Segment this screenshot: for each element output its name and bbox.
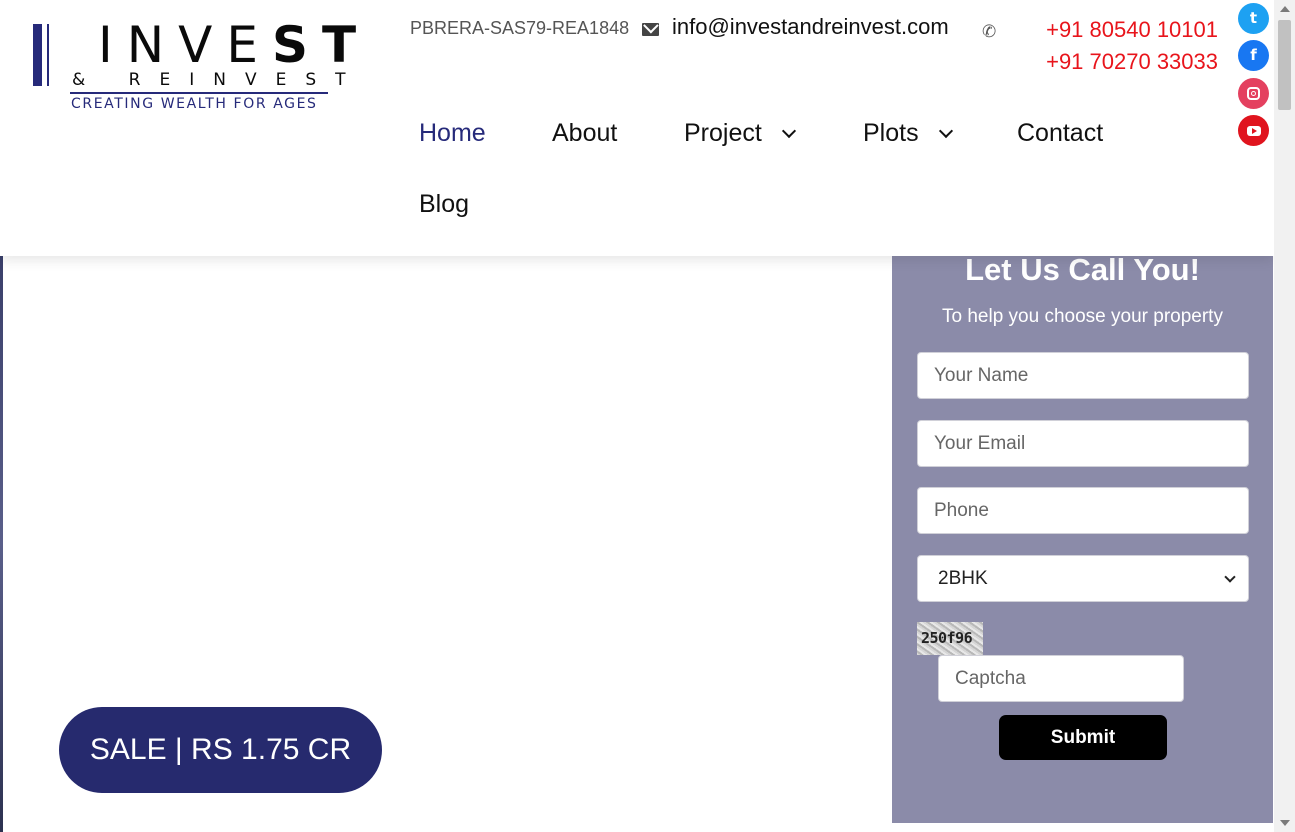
logo-word-reinvest: & REINVEST: [72, 70, 365, 90]
bhk-select-value: 2BHK: [938, 568, 988, 589]
nav-home[interactable]: Home: [419, 119, 486, 148]
nav-project-label: Project: [684, 119, 762, 147]
instagram-icon[interactable]: [1238, 78, 1269, 109]
youtube-glyph: [1246, 126, 1261, 136]
nav-plots-label: Plots: [863, 119, 919, 147]
instagram-glyph: [1247, 87, 1260, 100]
youtube-icon[interactable]: [1238, 115, 1269, 146]
twitter-icon[interactable]: t: [1238, 3, 1269, 34]
submit-button[interactable]: Submit: [999, 715, 1167, 760]
logo-word-invest: INVEST: [98, 16, 371, 74]
sale-price-badge: SALE | RS 1.75 CR: [59, 707, 382, 793]
nav-blog[interactable]: Blog: [419, 190, 469, 219]
chevron-down-icon: [938, 123, 953, 139]
logo-bar: [33, 24, 42, 86]
hero-image: [0, 256, 3, 832]
page: INVEST & REINVEST CREATING WEALTH FOR AG…: [0, 0, 1295, 832]
captcha-image: 250f96: [917, 622, 983, 655]
form-subtitle: To help you choose your property: [942, 306, 1223, 327]
chevron-down-icon: [1224, 571, 1236, 583]
name-input[interactable]: [917, 352, 1249, 399]
nav-about[interactable]: About: [552, 119, 617, 148]
logo-tagline: CREATING WEALTH FOR AGES: [71, 96, 318, 112]
bhk-select[interactable]: 2BHK: [917, 555, 1249, 602]
phone-numbers[interactable]: +91 80540 10101 +91 70270 33033: [1012, 14, 1218, 78]
captcha-input[interactable]: [938, 655, 1184, 702]
nav-contact[interactable]: Contact: [1017, 119, 1103, 148]
logo[interactable]: INVEST & REINVEST CREATING WEALTH FOR AG…: [30, 18, 356, 118]
form-title: Let Us Call You!: [965, 252, 1200, 287]
scroll-up-arrow-icon[interactable]: [1280, 6, 1290, 12]
logo-bar-thin: [47, 24, 49, 86]
scroll-thumb[interactable]: [1278, 20, 1291, 110]
chevron-down-icon: [781, 123, 796, 139]
email-input[interactable]: [917, 420, 1249, 467]
rera-number: PBRERA-SAS79-REA1848: [410, 18, 630, 38]
nav-project[interactable]: Project: [684, 119, 796, 148]
email-link[interactable]: info@investandreinvest.com: [672, 14, 949, 40]
mail-icon: [642, 23, 659, 36]
scrollbar[interactable]: [1274, 0, 1295, 832]
facebook-icon[interactable]: f: [1238, 40, 1269, 71]
site-header: INVEST & REINVEST CREATING WEALTH FOR AG…: [0, 0, 1274, 256]
scroll-down-arrow-icon[interactable]: [1280, 820, 1290, 826]
phone-icon: ✆: [982, 22, 997, 42]
logo-rule: [70, 92, 328, 94]
phone-input[interactable]: [917, 487, 1249, 534]
top-contact-bar: PBRERA-SAS79-REA1848 info@investandreinv…: [410, 14, 1220, 74]
callback-form: Let Us Call You! To help you choose your…: [892, 230, 1273, 823]
nav-plots[interactable]: Plots: [863, 119, 953, 148]
